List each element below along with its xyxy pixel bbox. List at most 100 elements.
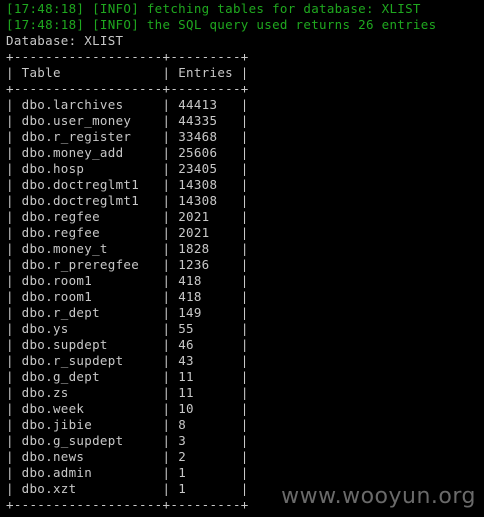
table-row: | dbo.zs | 11 | (6, 385, 249, 400)
table-row: | dbo.r_dept | 149 | (6, 305, 249, 320)
cell-padding (69, 321, 155, 336)
table-cell-name: dbo.g_supdept (21, 433, 124, 448)
table-row: | dbo.doctreglmt1 | 14308 | (6, 177, 249, 192)
table-cell-name: dbo.room1 (21, 273, 93, 288)
table-cell-name: dbo.supdept (21, 337, 108, 352)
table-cell-entries: 1 (178, 465, 187, 480)
table-cell-name: dbo.larchives (21, 97, 124, 112)
table-cell-name: dbo.r_supdept (21, 353, 124, 368)
table-row: | dbo.admin | 1 | (6, 465, 249, 480)
cell-padding (123, 353, 154, 368)
table-cell-name: dbo.money_add (21, 145, 124, 160)
cell-padding (210, 209, 233, 224)
table-row: | dbo.r_register | 33468 | (6, 129, 249, 144)
cell-padding (217, 113, 233, 128)
table-cell-name: dbo.regfee (21, 209, 100, 224)
table-row: | dbo.r_preregfee | 1236 | (6, 257, 249, 272)
table-cell-entries: 2021 (178, 209, 210, 224)
cell-padding (92, 289, 155, 304)
cell-padding (210, 241, 233, 256)
table-cell-entries: 418 (178, 273, 202, 288)
cell-padding (139, 257, 155, 272)
cell-padding (194, 321, 233, 336)
cell-padding (217, 177, 233, 192)
table-cell-name: dbo.ys (21, 321, 69, 336)
table-cell-entries: 43 (178, 353, 194, 368)
table-cell-name: dbo.admin (21, 465, 93, 480)
cell-padding (186, 433, 233, 448)
table-cell-entries: 1828 (178, 241, 210, 256)
table-cell-entries: 14308 (178, 193, 218, 208)
table-border-top: +-------------------+---------+ (6, 49, 249, 64)
table-row: | dbo.week | 10 | (6, 401, 249, 416)
cell-padding (76, 481, 154, 496)
table-row: | dbo.supdept | 46 | (6, 337, 249, 352)
cell-padding (100, 305, 155, 320)
cell-padding (186, 465, 233, 480)
cell-padding (84, 449, 154, 464)
table-header-row: | Table | Entries | (6, 65, 249, 80)
cell-padding (92, 465, 155, 480)
cell-padding (123, 433, 154, 448)
table-cell-name: dbo.g_dept (21, 369, 100, 384)
table-cell-entries: 10 (178, 401, 194, 416)
table-row: | dbo.g_dept | 11 | (6, 369, 249, 384)
table-cell-entries: 11 (178, 385, 194, 400)
database-line: Database: XLIST (6, 33, 124, 48)
watermark-text: www.wooyun.org (281, 484, 476, 509)
cell-padding (186, 481, 233, 496)
table-row: | dbo.user_money | 44335 | (6, 113, 249, 128)
cell-padding (194, 353, 233, 368)
table-cell-name: dbo.r_preregfee (21, 257, 140, 272)
table-cell-entries: 44413 (178, 97, 218, 112)
table-row: | dbo.hosp | 23405 | (6, 161, 249, 176)
cell-padding (202, 289, 233, 304)
table-row: | dbo.money_add | 25606 | (6, 145, 249, 160)
table-cell-name: dbo.news (21, 449, 85, 464)
cell-padding (84, 161, 154, 176)
table-row: | dbo.room1 | 418 | (6, 273, 249, 288)
table-cell-entries: 1236 (178, 257, 210, 272)
table-cell-name: dbo.regfee (21, 225, 100, 240)
table-cell-entries: 46 (178, 337, 194, 352)
table-cell-entries: 8 (178, 417, 187, 432)
cell-padding (217, 145, 233, 160)
cell-padding (210, 225, 233, 240)
table-row: | dbo.jibie | 8 | (6, 417, 249, 432)
table-cell-name: dbo.r_register (21, 129, 132, 144)
table-cell-entries: 55 (178, 321, 194, 336)
table-row: | dbo.doctreglmt1 | 14308 | (6, 193, 249, 208)
table-cell-name: dbo.zs (21, 385, 69, 400)
cell-padding (84, 401, 154, 416)
table-cell-name: dbo.r_dept (21, 305, 100, 320)
cell-padding (217, 129, 233, 144)
table-row: | dbo.news | 2 | (6, 449, 249, 464)
cell-padding (100, 209, 155, 224)
table-cell-name: dbo.week (21, 401, 85, 416)
table-row: | dbo.larchives | 44413 | (6, 97, 249, 112)
cell-padding (108, 337, 155, 352)
table-rows: | dbo.larchives | 44413 | | dbo.user_mone… (6, 97, 482, 497)
cell-padding (194, 369, 233, 384)
table-cell-name: dbo.user_money (21, 113, 132, 128)
cell-padding (139, 193, 155, 208)
cell-padding (69, 385, 155, 400)
table-cell-name: dbo.doctreglmt1 (21, 177, 140, 192)
cell-padding (123, 97, 154, 112)
log-line: [17:48:18] [INFO] the SQL query used ret… (6, 17, 437, 32)
table-cell-entries: 44335 (178, 113, 218, 128)
cell-padding (202, 305, 233, 320)
table-row: | dbo.regfee | 2021 | (6, 225, 249, 240)
column-header-entries: Entries (178, 65, 233, 80)
table-cell-entries: 25606 (178, 145, 218, 160)
table-border-header: +-------------------+---------+ (6, 81, 249, 96)
terminal-output: [17:48:18] [INFO] fetching tables for da… (6, 1, 482, 513)
cell-padding (194, 337, 233, 352)
table-row: | dbo.money_t | 1828 | (6, 241, 249, 256)
table-cell-name: dbo.jibie (21, 417, 93, 432)
table-row: | dbo.regfee | 2021 | (6, 209, 249, 224)
cell-padding (92, 273, 155, 288)
table-cell-name: dbo.hosp (21, 161, 85, 176)
cell-padding (194, 401, 233, 416)
table-cell-entries: 2 (178, 449, 187, 464)
